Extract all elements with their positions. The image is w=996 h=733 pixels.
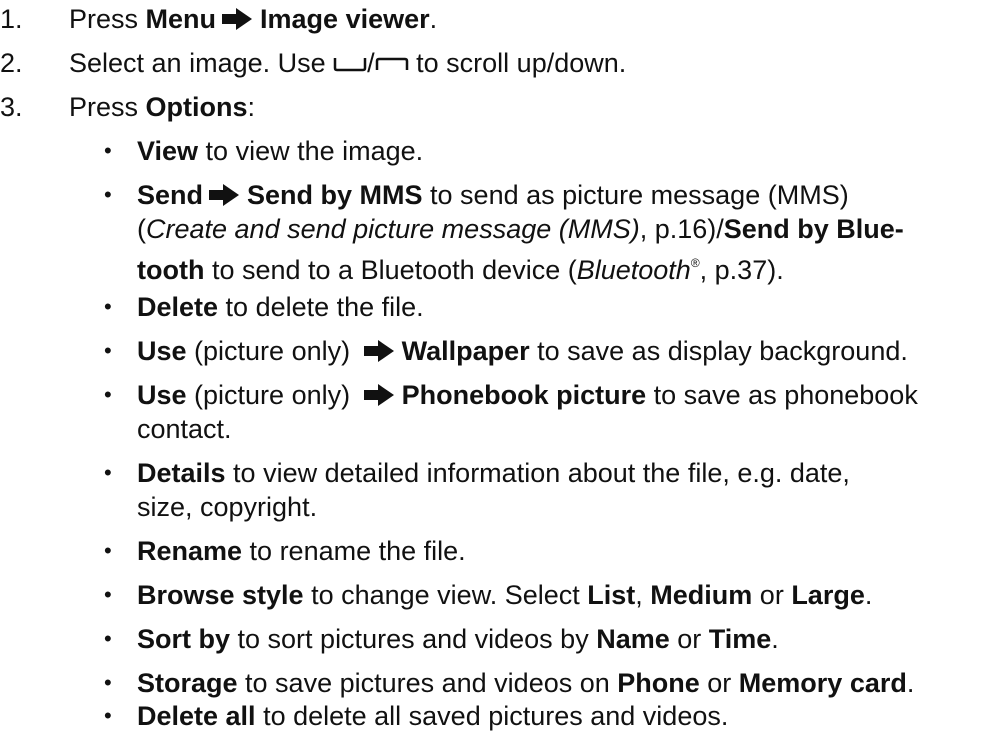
option-storage: Storage to save pictures and videos on P… bbox=[137, 666, 914, 700]
option-browse-style: Browse style to change view. Select List… bbox=[137, 578, 872, 612]
option-text: to sort pictures and videos by bbox=[230, 624, 597, 654]
cross-reference: Bluetooth bbox=[576, 255, 691, 285]
option-use-phonebook: Use (picture only) Phonebook picture to … bbox=[137, 378, 918, 412]
menu-term: Menu bbox=[145, 4, 217, 34]
step-text: Select an image. Use bbox=[69, 48, 334, 78]
option-term: Memory card bbox=[738, 668, 907, 698]
option-text: (picture only) bbox=[186, 336, 358, 366]
bullet: • bbox=[104, 382, 112, 407]
option-details: Details to view detailed information abo… bbox=[137, 456, 850, 490]
scroll-up-key-icon bbox=[375, 57, 408, 70]
option-use-phonebook-line-2: contact. bbox=[137, 412, 232, 446]
step-text: Press bbox=[69, 92, 146, 122]
option-text: . bbox=[771, 624, 779, 654]
instruction-document: 1. Press Menu Image viewer. 2. Select an … bbox=[0, 0, 996, 731]
bullet: • bbox=[104, 582, 112, 607]
option-text: to send as picture message (MMS) bbox=[422, 180, 849, 210]
bullet: • bbox=[104, 182, 112, 207]
option-text: to view detailed information about the f… bbox=[225, 458, 850, 488]
option-send: Send Send by MMS to send as picture messa… bbox=[137, 178, 849, 212]
bullet: • bbox=[104, 626, 112, 651]
option-text: , p.37). bbox=[699, 255, 784, 285]
step-2-text: Select an image. Use / to scroll up/down… bbox=[69, 46, 626, 80]
step-text: to scroll up/down. bbox=[408, 48, 627, 78]
option-send-line-2: (Create and send picture message (MMS), … bbox=[137, 212, 904, 246]
step-text: Press bbox=[69, 4, 146, 34]
option-text: (picture only) bbox=[186, 380, 358, 410]
option-text: to save pictures and videos on bbox=[237, 668, 618, 698]
option-term: Phonebook picture bbox=[401, 380, 647, 410]
option-text: to view the image. bbox=[198, 136, 424, 166]
cross-reference: Create and send picture message (MMS) bbox=[146, 214, 640, 244]
option-term: Wallpaper bbox=[401, 336, 530, 366]
bullet: • bbox=[104, 538, 112, 563]
option-term: Large bbox=[791, 580, 865, 610]
option-use-wallpaper: Use (picture only) Wallpaper to save as … bbox=[137, 334, 908, 368]
step-text: : bbox=[247, 92, 256, 122]
option-term: Send by MMS bbox=[247, 180, 423, 210]
bullet: • bbox=[104, 138, 112, 163]
option-text: , p.16)/ bbox=[639, 214, 724, 244]
option-term: Sort by bbox=[137, 624, 231, 654]
option-text: . bbox=[906, 668, 915, 698]
arrow-right-icon bbox=[363, 384, 394, 406]
option-term: Name bbox=[596, 624, 670, 654]
option-term: Time bbox=[708, 624, 772, 654]
option-term: tooth bbox=[137, 255, 205, 285]
option-text: to save as display background. bbox=[529, 336, 908, 366]
option-text: to send to a Bluetooth device ( bbox=[204, 255, 577, 285]
arrow-right-icon bbox=[363, 340, 394, 362]
arrow-right-icon bbox=[209, 184, 240, 206]
option-text: size, copyright. bbox=[137, 492, 318, 522]
bullet: • bbox=[104, 294, 112, 319]
option-text: to save as phonebook bbox=[646, 380, 918, 410]
option-text: , bbox=[635, 580, 651, 610]
separator: / bbox=[367, 48, 375, 78]
option-term: Details bbox=[137, 458, 226, 488]
option-text: to change view. Select bbox=[303, 580, 588, 610]
option-text: or bbox=[699, 668, 739, 698]
arrow-right-icon bbox=[222, 8, 253, 30]
option-term: View bbox=[137, 136, 199, 166]
step-number: 2. bbox=[0, 48, 23, 78]
option-term: Medium bbox=[650, 580, 753, 610]
option-text: to delete all saved pictures and videos. bbox=[255, 701, 729, 731]
option-term: Delete all bbox=[137, 701, 256, 731]
option-term: Send by Blue- bbox=[723, 214, 904, 244]
step-number: 1. bbox=[0, 4, 23, 34]
registered-mark: ® bbox=[690, 256, 700, 270]
step-3-text: Press Options: bbox=[69, 90, 255, 124]
step-number: 3. bbox=[0, 92, 23, 122]
step-1-text: Press Menu Image viewer. bbox=[69, 2, 437, 36]
option-rename: Rename to rename the file. bbox=[137, 534, 466, 568]
option-details-line-2: size, copyright. bbox=[137, 490, 317, 524]
option-term: Send bbox=[137, 180, 204, 210]
option-text: or bbox=[752, 580, 792, 610]
option-text: or bbox=[669, 624, 709, 654]
option-send-line-3: tooth to send to a Bluetooth device (Blu… bbox=[137, 246, 784, 287]
option-text: ( bbox=[137, 214, 146, 244]
menu-term: Image viewer bbox=[260, 4, 430, 34]
bullet: • bbox=[104, 460, 112, 485]
option-term: Use bbox=[137, 336, 187, 366]
option-delete: Delete to delete the file. bbox=[137, 290, 424, 324]
bullet: • bbox=[104, 670, 112, 695]
option-term: Storage bbox=[137, 668, 238, 698]
option-text: . bbox=[864, 580, 873, 610]
option-view: View to view the image. bbox=[137, 134, 423, 168]
option-term: Phone bbox=[617, 668, 700, 698]
option-term: Use bbox=[137, 380, 187, 410]
menu-term: Options bbox=[145, 92, 248, 122]
option-text: contact. bbox=[137, 414, 232, 444]
option-text: to delete the file. bbox=[218, 292, 424, 322]
option-text: to rename the file. bbox=[242, 536, 466, 566]
scroll-down-key-icon bbox=[333, 58, 367, 72]
option-term: Browse style bbox=[137, 580, 304, 610]
option-term: Rename bbox=[137, 536, 243, 566]
option-term: Delete bbox=[137, 292, 219, 322]
bullet: • bbox=[104, 338, 112, 363]
option-term: List bbox=[587, 580, 636, 610]
step-text: . bbox=[429, 4, 438, 34]
option-sort-by: Sort by to sort pictures and videos by N… bbox=[137, 622, 779, 656]
